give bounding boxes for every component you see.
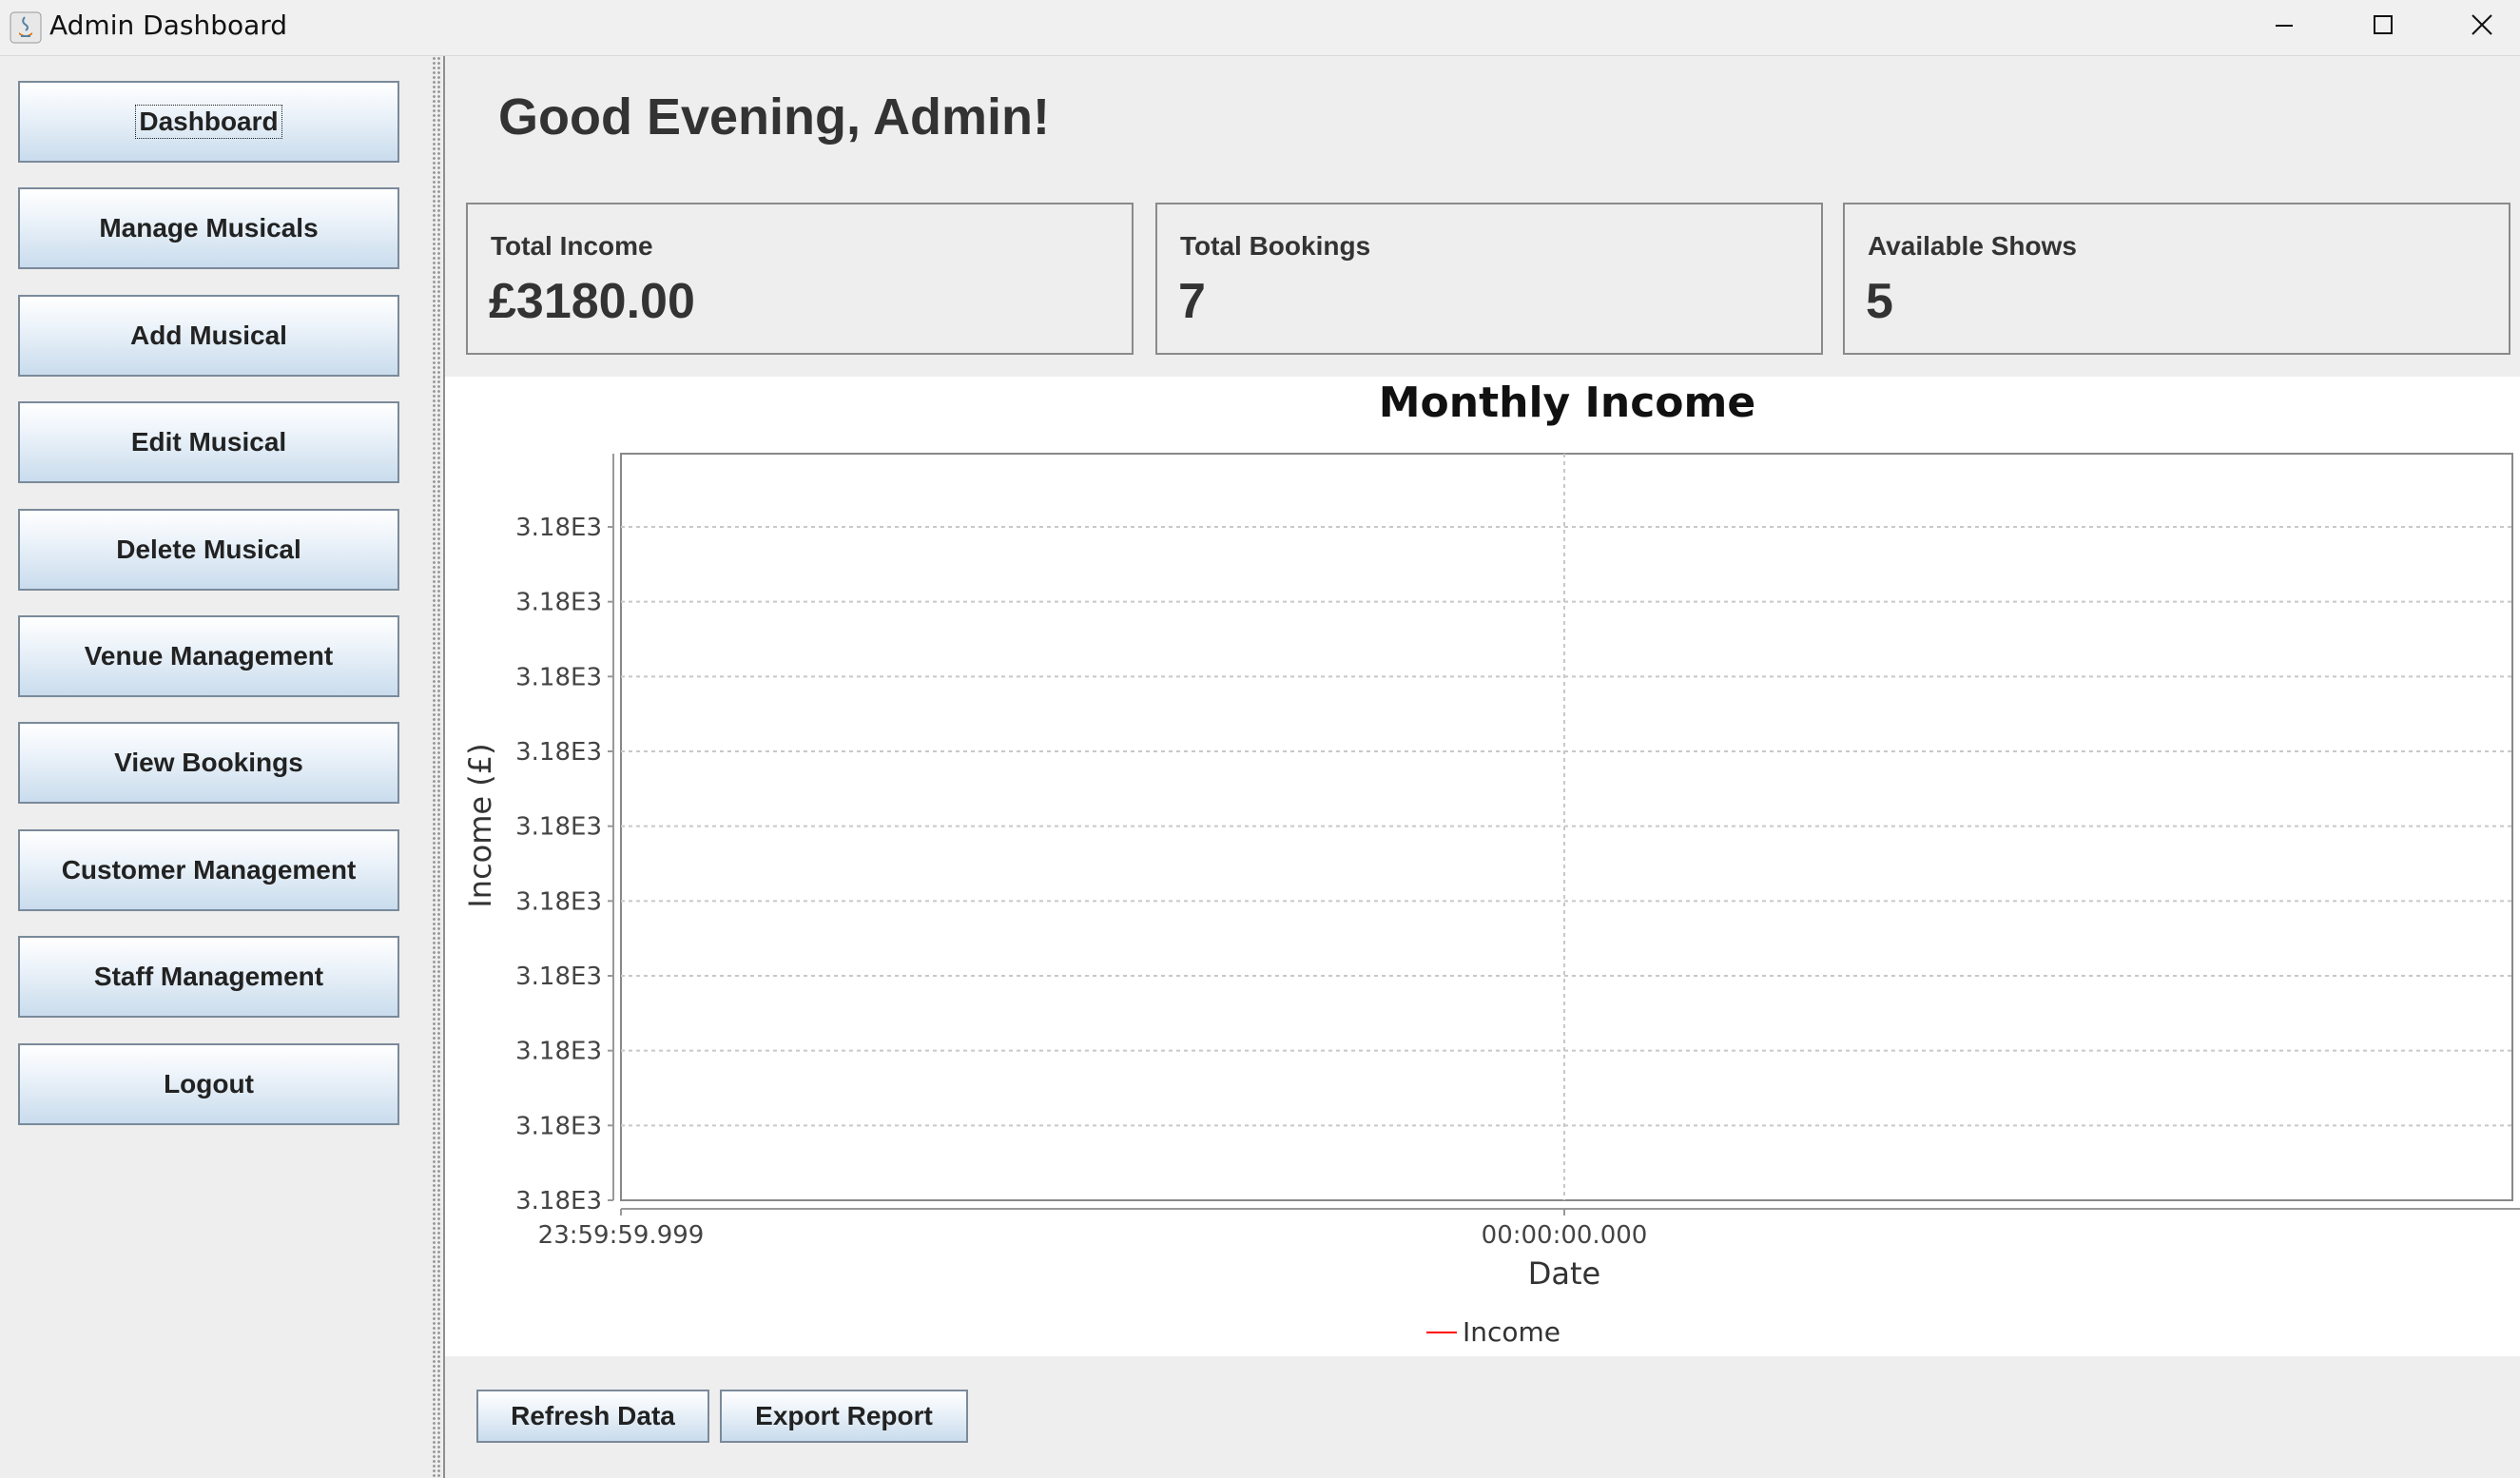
stat-value: 5 — [1866, 274, 1893, 329]
sidebar-item-edit-musical[interactable]: Edit Musical — [18, 401, 399, 483]
sidebar-item-label: View Bookings — [114, 748, 303, 777]
y-tick-label: 3.18E3 — [515, 1038, 602, 1066]
stat-label: Available Shows — [1868, 231, 2077, 261]
refresh-data-label: Refresh Data — [511, 1401, 675, 1430]
close-icon — [2472, 14, 2492, 35]
sidebar-item-venue-management[interactable]: Venue Management — [18, 615, 399, 697]
sidebar-item-label: Logout — [164, 1069, 254, 1099]
y-tick-label: 3.18E3 — [515, 887, 602, 916]
split-pane-grip[interactable] — [432, 56, 441, 1478]
stat-card-total-income: Total Income £3180.00 — [466, 203, 1134, 355]
sidebar-item-add-musical[interactable]: Add Musical — [18, 295, 399, 377]
maximize-button[interactable] — [2336, 0, 2434, 51]
export-report-label: Export Report — [755, 1401, 933, 1430]
sidebar-item-label: Venue Management — [84, 641, 334, 671]
stat-value: £3180.00 — [489, 274, 695, 329]
window-title: Admin Dashboard — [49, 10, 288, 41]
y-tick-label: 3.18E3 — [515, 738, 602, 767]
export-report-button[interactable]: Export Report — [720, 1390, 968, 1443]
sidebar-item-manage-musicals[interactable]: Manage Musicals — [18, 187, 399, 269]
sidebar-item-dashboard[interactable]: Dashboard — [18, 81, 399, 163]
x-axis-label: Date — [1528, 1255, 1600, 1292]
sidebar-item-label: Manage Musicals — [99, 213, 319, 243]
minimize-button[interactable] — [2237, 0, 2336, 51]
java-app-icon — [10, 11, 42, 44]
sidebar-item-label: Delete Musical — [116, 535, 301, 564]
sidebar-item-delete-musical[interactable]: Delete Musical — [18, 509, 399, 591]
y-tick-label: 3.18E3 — [515, 963, 602, 991]
stat-label: Total Bookings — [1180, 231, 1371, 261]
sidebar-item-label: Add Musical — [130, 321, 287, 350]
stat-label: Total Income — [491, 231, 653, 261]
minimize-icon — [2276, 25, 2293, 27]
y-tick-label: 3.18E3 — [515, 589, 602, 617]
x-tick-label: 00:00:00.000 — [1482, 1221, 1648, 1250]
stat-card-total-bookings: Total Bookings 7 — [1155, 203, 1823, 355]
title-bar: Admin Dashboard — [0, 0, 2520, 56]
chart-title: Monthly Income — [1379, 379, 1755, 427]
refresh-data-button[interactable]: Refresh Data — [476, 1390, 709, 1443]
legend-label-income: Income — [1463, 1316, 1560, 1348]
x-tick-label: 23:59:59.999 — [538, 1221, 705, 1250]
y-tick-label: 3.18E3 — [515, 663, 602, 691]
y-tick-label: 3.18E3 — [515, 1112, 602, 1140]
page-title: Good Evening, Admin! — [498, 88, 1050, 146]
y-tick-label: 3.18E3 — [515, 1187, 602, 1215]
monthly-income-chart-panel: Monthly Income 3.18E3 3.18E3 3.18E3 3.18E3 3.… — [445, 377, 2520, 1356]
stat-value: 7 — [1178, 274, 1206, 329]
y-axis-label: Income (£) — [462, 743, 498, 907]
close-button[interactable] — [2434, 0, 2520, 51]
maximize-icon — [2374, 15, 2393, 34]
sidebar-item-label: Dashboard — [135, 105, 282, 139]
sidebar-item-label: Staff Management — [93, 962, 324, 991]
monthly-income-chart: Monthly Income 3.18E3 3.18E3 3.18E3 3.18E3 3.… — [462, 379, 2520, 1348]
sidebar-item-staff-management[interactable]: Staff Management — [18, 936, 399, 1018]
sidebar-item-label: Customer Management — [61, 855, 357, 885]
sidebar-item-view-bookings[interactable]: View Bookings — [18, 722, 399, 804]
stat-card-available-shows: Available Shows 5 — [1843, 203, 2510, 355]
y-tick-label: 3.18E3 — [515, 514, 602, 542]
sidebar-item-customer-management[interactable]: Customer Management — [18, 829, 399, 911]
y-tick-label: 3.18E3 — [515, 813, 602, 842]
logout-button[interactable]: Logout — [18, 1043, 399, 1125]
sidebar-item-label: Edit Musical — [130, 427, 287, 457]
